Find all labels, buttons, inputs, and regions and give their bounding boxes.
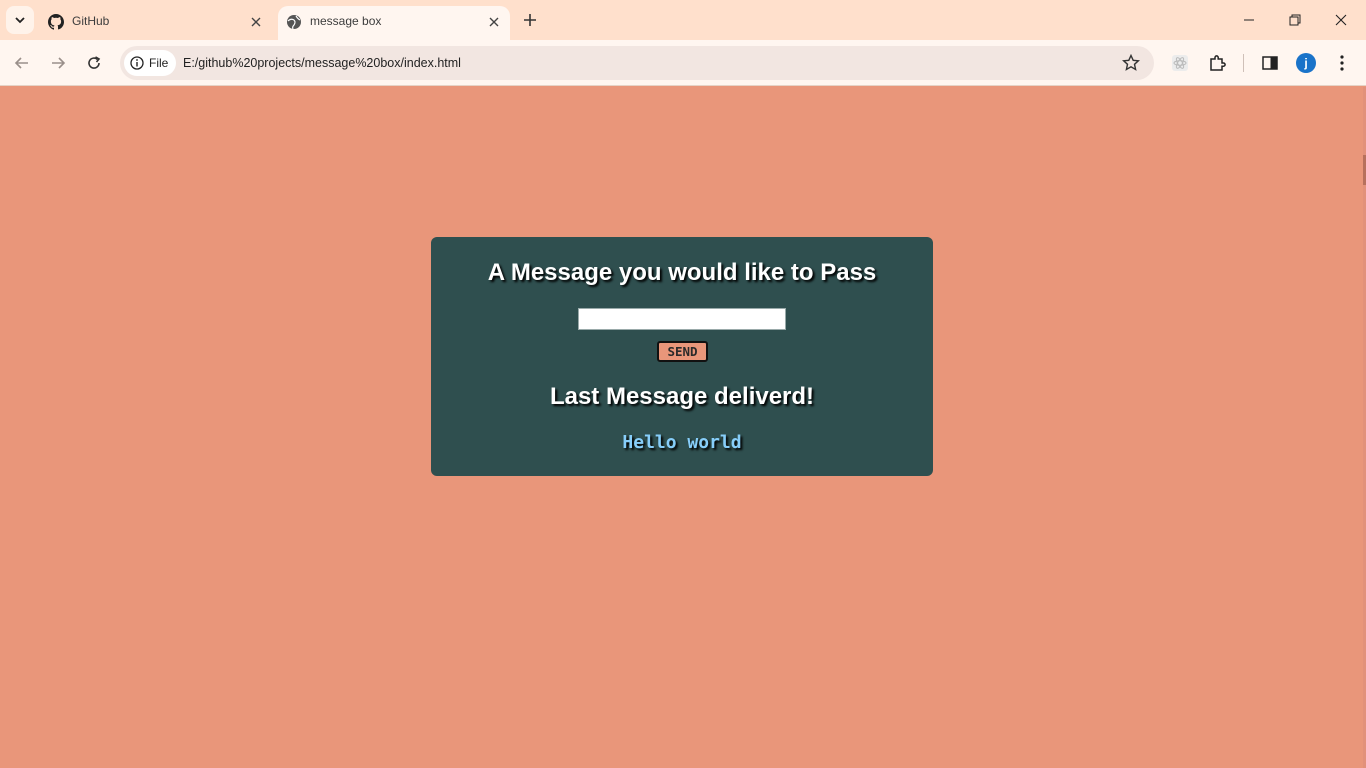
url-text[interactable]: E:/github%20projects/message%20box/index…: [183, 56, 461, 70]
close-window-button[interactable]: [1318, 0, 1364, 40]
last-message-heading: Last Message deliverd!: [549, 383, 815, 410]
close-icon: [1335, 14, 1347, 26]
tab-github[interactable]: GitHub: [40, 6, 272, 40]
arrow-left-icon: [14, 57, 28, 69]
message-input[interactable]: [578, 308, 786, 330]
tab-message-box[interactable]: message box: [278, 6, 510, 40]
restore-button[interactable]: [1272, 0, 1318, 40]
chevron-down-icon: [15, 17, 25, 24]
more-vert-icon: [1340, 55, 1344, 71]
last-message-text: Hello world: [622, 432, 742, 453]
close-icon: [251, 17, 261, 27]
tab-title: GitHub: [72, 14, 110, 28]
forward-button[interactable]: [44, 49, 72, 77]
bookmark-star-icon[interactable]: [1122, 54, 1140, 72]
browser-toolbar: File E:/github%20projects/message%20box/…: [0, 40, 1366, 86]
tab-close-button[interactable]: [248, 14, 264, 30]
site-info-chip[interactable]: File: [124, 50, 177, 76]
tab-close-button[interactable]: [486, 14, 502, 30]
send-button[interactable]: SEND: [657, 341, 708, 362]
close-icon: [489, 17, 499, 27]
message-card: A Message you would like to Pass SEND La…: [431, 237, 933, 476]
scheme-label: File: [149, 56, 169, 70]
tab-strip: GitHub message box: [0, 0, 1366, 40]
address-bar[interactable]: File E:/github%20projects/message%20box/…: [120, 46, 1154, 80]
github-icon: [48, 14, 64, 30]
minimize-icon: [1244, 19, 1254, 21]
restore-icon: [1289, 14, 1301, 26]
globe-icon: [287, 15, 301, 30]
page-title: A Message you would like to Pass: [487, 259, 877, 286]
back-button[interactable]: [8, 49, 36, 77]
extensions-button[interactable]: [1206, 52, 1228, 74]
tab-title: message box: [310, 14, 382, 28]
info-icon: [130, 56, 144, 70]
reload-button[interactable]: [80, 49, 108, 77]
arrow-right-icon: [52, 57, 66, 69]
menu-button[interactable]: [1331, 52, 1353, 74]
tab-search-button[interactable]: [6, 6, 34, 34]
plus-icon: [524, 14, 536, 26]
minimize-button[interactable]: [1226, 0, 1272, 40]
reload-icon: [88, 56, 101, 69]
puzzle-piece-icon: [1210, 55, 1226, 71]
side-panel-icon: [1262, 56, 1278, 70]
react-devtools-icon: [1172, 55, 1188, 71]
toolbar-divider: [1243, 54, 1244, 72]
new-tab-button[interactable]: [518, 8, 542, 32]
extension-icon-button[interactable]: [1169, 52, 1191, 74]
side-panel-button[interactable]: [1259, 52, 1281, 74]
profile-avatar[interactable]: j: [1296, 53, 1316, 73]
